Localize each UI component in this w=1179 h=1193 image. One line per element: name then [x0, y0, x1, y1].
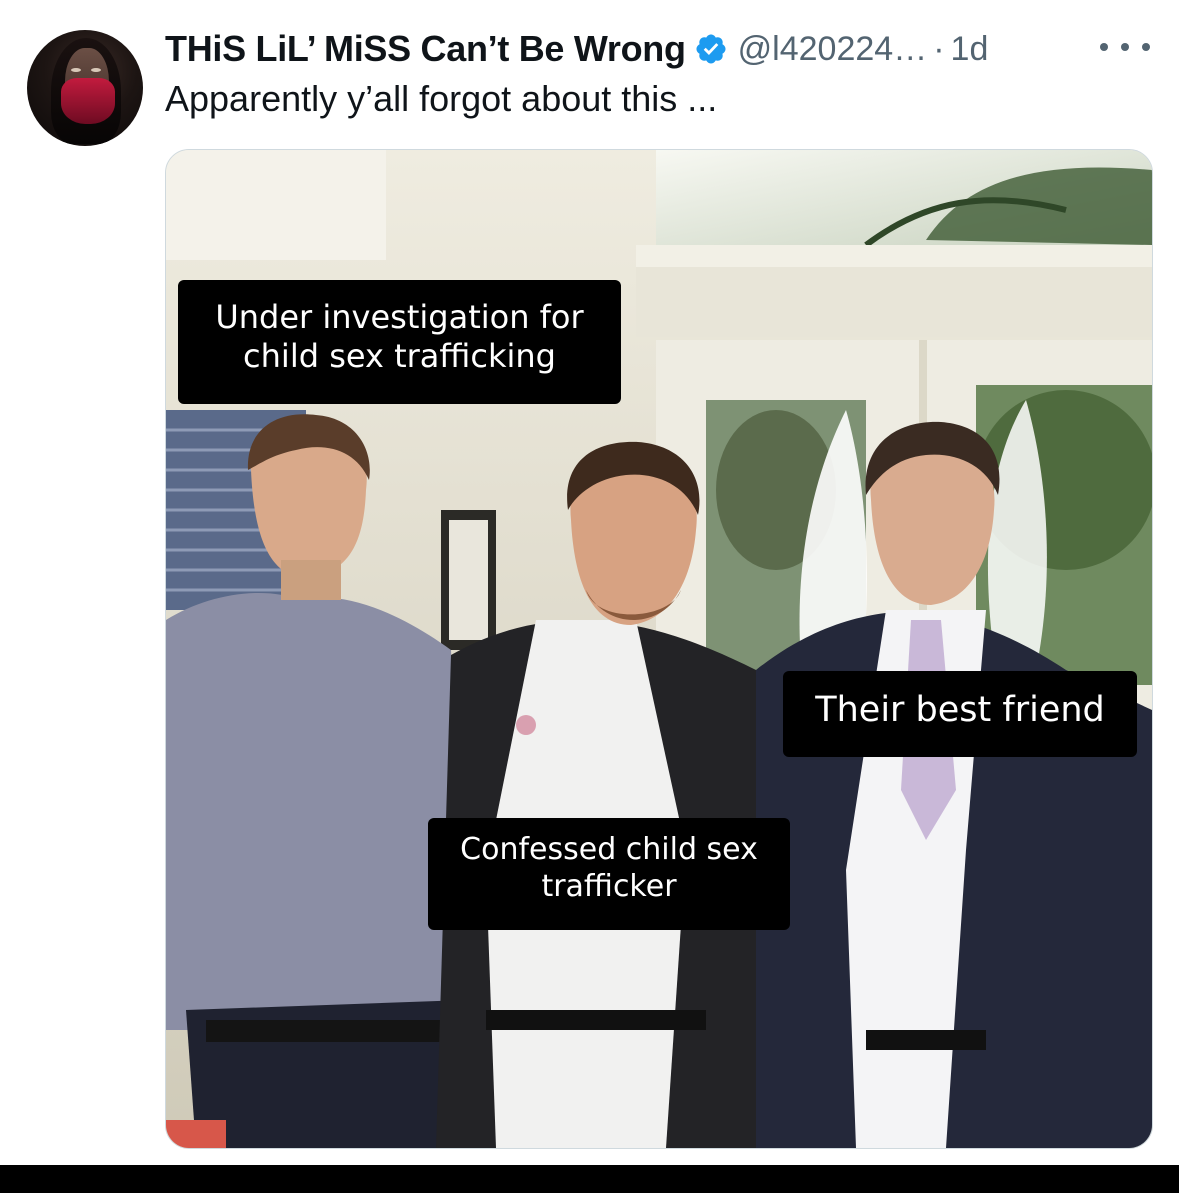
- avatar[interactable]: [27, 30, 143, 146]
- caption-confessed-trafficker: Confessed child sex trafficker: [428, 818, 790, 930]
- avatar-eye: [91, 68, 101, 72]
- verified-badge-icon[interactable]: [694, 32, 728, 66]
- tweet[interactable]: THiS LiL’ MiSS Can’t Be Wrong @l420224… …: [0, 0, 1179, 1165]
- tweet-media-image[interactable]: Under investigation for child sex traffi…: [165, 149, 1153, 1149]
- tweet-header: THiS LiL’ MiSS Can’t Be Wrong @l420224… …: [165, 24, 988, 74]
- handle[interactable]: @l420224…: [738, 30, 928, 69]
- avatar-mask: [61, 78, 115, 124]
- caption-under-investigation: Under investigation for child sex traffi…: [178, 280, 621, 404]
- separator-dot: ·: [933, 29, 945, 68]
- bottom-bar: [0, 1165, 1179, 1193]
- timestamp[interactable]: 1d: [951, 30, 989, 69]
- display-name[interactable]: THiS LiL’ MiSS Can’t Be Wrong: [165, 28, 686, 70]
- more-options-icon[interactable]: [1100, 33, 1150, 61]
- caption-best-friend: Their best friend: [783, 671, 1137, 757]
- tweet-text: Apparently y’all forgot about this ...: [165, 78, 718, 119]
- avatar-eye: [71, 68, 81, 72]
